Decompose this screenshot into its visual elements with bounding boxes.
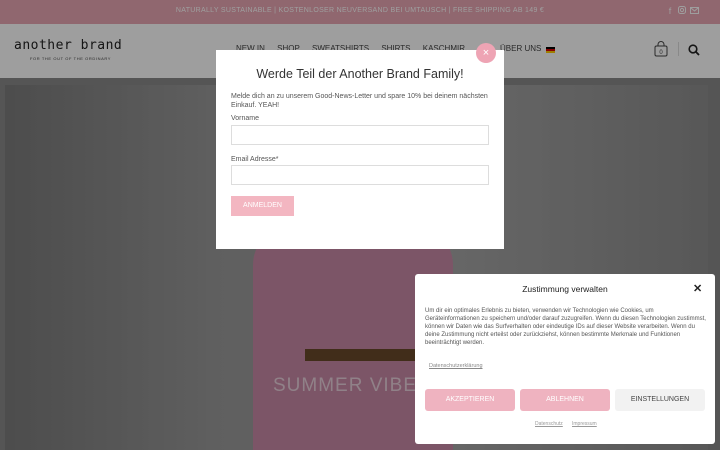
accept-button[interactable]: AKZEPTIEREN	[425, 389, 515, 411]
consent-close-icon[interactable]: ✕	[693, 282, 702, 295]
consent-title: Zustimmung verwalten	[522, 284, 608, 294]
datenschutz-link[interactable]: Datenschutz	[535, 421, 563, 427]
cookie-consent-dialog: Zustimmung verwalten ✕ Um dir ein optima…	[415, 274, 715, 444]
firstname-label: Vorname	[231, 115, 260, 122]
privacy-policy-link[interactable]: Datenschutzerklärung	[429, 363, 483, 369]
newsletter-title: Werde Teil der Another Brand Family!	[256, 67, 464, 81]
deny-button[interactable]: ABLEHNEN	[520, 389, 610, 411]
email-label: Email Adresse*	[231, 156, 279, 163]
email-input[interactable]	[231, 165, 489, 185]
consent-text: Um dir ein optimales Erlebnis zu bieten,…	[425, 308, 706, 346]
close-icon[interactable]: ×	[476, 43, 496, 63]
newsletter-text: Melde dich an zu unserem Good-News-Lette…	[231, 93, 488, 109]
impressum-link[interactable]: Impressum	[572, 421, 597, 427]
settings-button[interactable]: EINSTELLUNGEN	[615, 389, 705, 411]
firstname-input[interactable]	[231, 125, 489, 145]
newsletter-modal: Werde Teil der Another Brand Family! Mel…	[216, 50, 504, 249]
subscribe-button[interactable]: ANMELDEN	[231, 196, 294, 216]
